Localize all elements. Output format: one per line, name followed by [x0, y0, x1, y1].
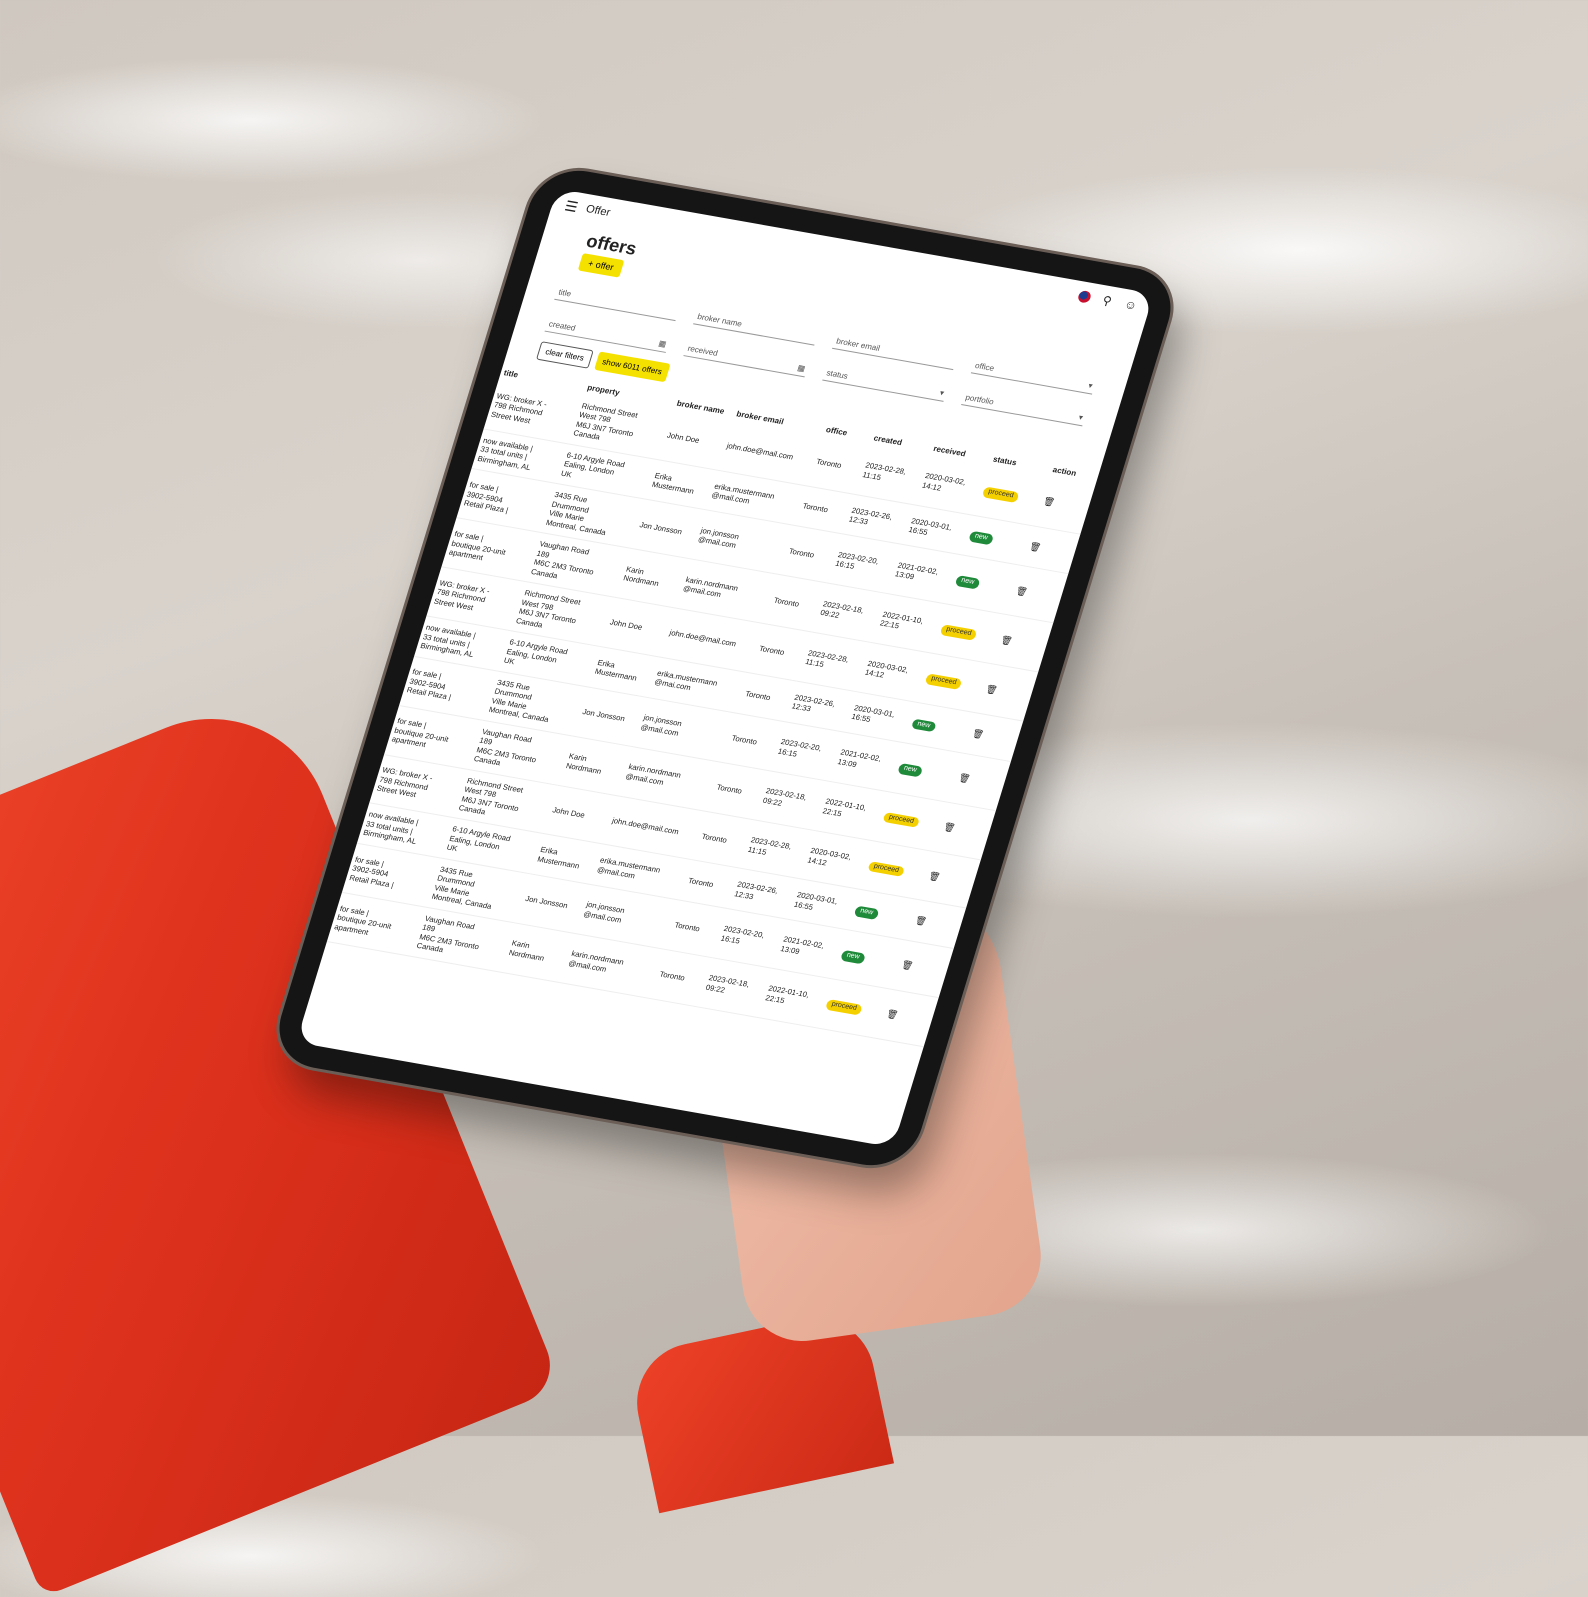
created-filter-label: created: [547, 319, 577, 333]
status-badge: proceed: [882, 811, 921, 829]
broker-name-filter-label: broker name: [696, 312, 744, 329]
trash-icon[interactable]: 🗑: [985, 683, 999, 695]
calendar-icon[interactable]: ▦: [657, 339, 667, 349]
clear-filters-button[interactable]: clear filters: [535, 341, 594, 369]
status-badge: proceed: [924, 673, 963, 691]
status-badge: new: [968, 530, 994, 546]
trash-icon[interactable]: 🗑: [1042, 496, 1056, 508]
status-filter-label: status: [825, 368, 850, 381]
tablet-device: ☰ Offer ⚲ ☺ offers + offer title broker …: [267, 163, 1183, 1173]
status-badge: proceed: [824, 998, 863, 1016]
status-badge: proceed: [939, 624, 978, 642]
chevron-down-icon: ▾: [1087, 380, 1094, 391]
tablet-screen: ☰ Offer ⚲ ☺ offers + offer title broker …: [296, 188, 1154, 1148]
show-offers-button[interactable]: show 6011 offers: [593, 351, 671, 383]
trash-icon[interactable]: 🗑: [900, 960, 914, 972]
menu-icon[interactable]: ☰: [562, 198, 580, 216]
status-badge: new: [897, 762, 923, 777]
title-filter-label: title: [557, 287, 573, 299]
flag-icon[interactable]: [1076, 289, 1093, 304]
status-badge: new: [839, 949, 866, 965]
office-filter-label: office: [973, 361, 996, 373]
trash-icon[interactable]: 🗑: [971, 728, 985, 740]
trash-icon[interactable]: 🗑: [1015, 585, 1029, 597]
trash-icon[interactable]: 🗑: [957, 772, 971, 784]
chevron-down-icon: ▾: [938, 388, 946, 398]
user-icon[interactable]: ☺: [1122, 297, 1140, 313]
red-sleeve-right: [625, 1306, 895, 1514]
status-badge: new: [954, 575, 981, 590]
chevron-down-icon: ▾: [1077, 412, 1085, 423]
app-title: Offer: [584, 203, 612, 219]
status-badge: proceed: [867, 860, 906, 878]
trash-icon[interactable]: 🗑: [927, 871, 941, 883]
status-badge: new: [910, 718, 937, 733]
broker-email-filter-label: broker email: [835, 336, 882, 353]
trash-icon[interactable]: 🗑: [885, 1009, 899, 1021]
status-badge: proceed: [981, 486, 1020, 503]
portfolio-filter-label: portfolio: [964, 392, 995, 407]
trash-icon[interactable]: 🗑: [942, 822, 956, 834]
calendar-icon[interactable]: ▦: [796, 363, 806, 373]
search-icon[interactable]: ⚲: [1098, 293, 1116, 309]
trash-icon[interactable]: 🗑: [914, 915, 928, 927]
trash-icon[interactable]: 🗑: [1000, 634, 1014, 646]
trash-icon[interactable]: 🗑: [1028, 541, 1042, 553]
received-filter-label: received: [686, 343, 719, 358]
status-badge: new: [853, 905, 880, 920]
